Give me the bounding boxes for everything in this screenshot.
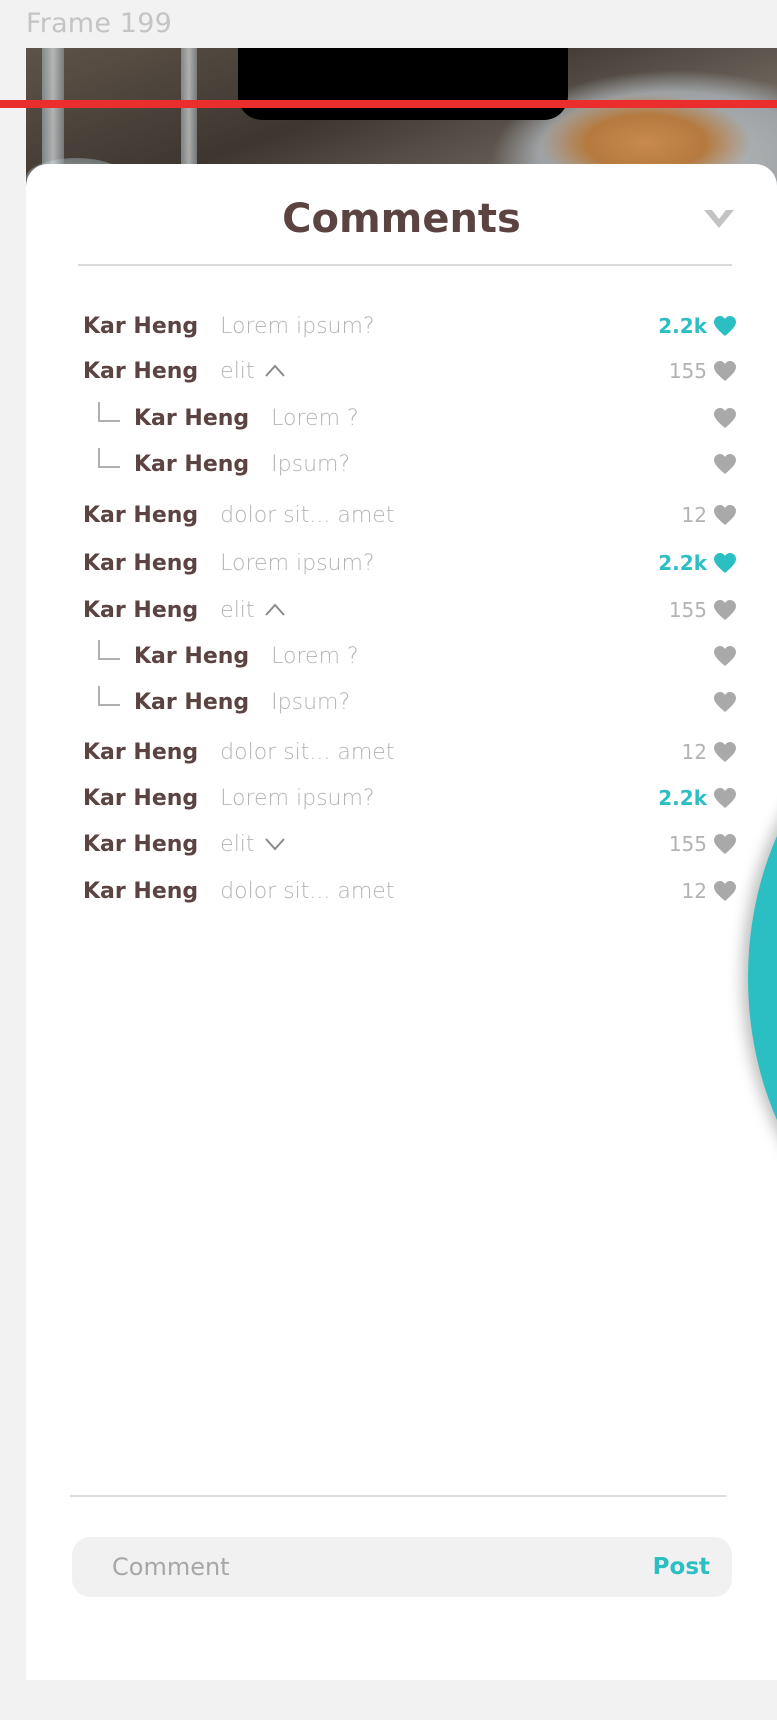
heart-icon[interactable] (713, 880, 737, 902)
like-control[interactable] (707, 682, 737, 722)
chevron-up-icon (264, 603, 285, 616)
comment-text: elit (220, 597, 255, 623)
like-count: 12 (681, 879, 707, 903)
comment-text: dolor sit... amet (220, 878, 395, 904)
collapse-replies-button[interactable] (263, 362, 287, 380)
chevron-down-icon (704, 210, 734, 228)
like-control[interactable]: 155 (669, 824, 737, 864)
like-count: 2.2k (658, 786, 707, 810)
comment-row: Kar Heng dolor sit... amet 12 (26, 732, 777, 772)
heart-icon[interactable] (713, 407, 737, 429)
heart-icon[interactable] (713, 833, 737, 855)
comment-author[interactable]: Kar Heng (134, 690, 249, 715)
comment-text: Ipsum? (271, 451, 351, 477)
reply-branch-icon (98, 686, 120, 706)
comment-row: Kar Heng Lorem ipsum? 2.2k (26, 778, 777, 818)
comment-text: Ipsum? (271, 689, 351, 715)
comment-row: Kar Heng elit 155 (26, 824, 777, 864)
heart-icon[interactable] (713, 360, 737, 382)
comment-row: Kar Heng Lorem ipsum? 2.2k (26, 543, 777, 583)
heart-icon[interactable] (713, 504, 737, 526)
heart-icon[interactable] (713, 691, 737, 713)
like-control[interactable] (707, 636, 737, 676)
comment-row: Kar Heng elit 155 (26, 590, 777, 630)
comment-text: Lorem ipsum? (220, 550, 375, 576)
comment-author[interactable]: Kar Heng (134, 452, 249, 477)
comment-author[interactable]: Kar Heng (134, 644, 249, 669)
chevron-up-icon (264, 364, 285, 377)
phone-notch (238, 48, 568, 120)
comment-author[interactable]: Kar Heng (83, 503, 198, 528)
heart-icon[interactable] (713, 315, 737, 337)
like-control[interactable]: 2.2k (658, 306, 737, 346)
comment-author[interactable]: Kar Heng (83, 314, 198, 339)
comment-row: Kar Heng elit 155 (26, 351, 777, 391)
like-count: 155 (668, 598, 707, 622)
like-control[interactable]: 12 (682, 871, 737, 911)
comment-text: dolor sit... amet (220, 502, 395, 528)
reply-branch-icon (98, 640, 120, 660)
reply-branch-icon (98, 448, 120, 468)
comment-author[interactable]: Kar Heng (83, 598, 198, 623)
frame-label: Frame 199 (26, 8, 173, 39)
comment-text: Lorem ? (271, 643, 359, 669)
comment-row: Kar Heng dolor sit... amet 12 (26, 871, 777, 911)
heart-icon[interactable] (713, 741, 737, 763)
reply-row: Kar Heng Lorem ? (26, 398, 777, 438)
comment-text: elit (220, 358, 255, 384)
reply-row: Kar Heng Ipsum? (26, 444, 777, 484)
like-control[interactable]: 155 (669, 590, 737, 630)
reply-row: Kar Heng Lorem ? (26, 636, 777, 676)
divider (78, 264, 732, 266)
chevron-down-icon (264, 838, 285, 851)
like-control[interactable]: 12 (682, 732, 737, 772)
heart-icon[interactable] (713, 787, 737, 809)
reply-branch-icon (98, 402, 120, 422)
comment-text: Lorem ? (271, 405, 359, 431)
sheet-title: Comments (282, 196, 521, 242)
like-count: 155 (668, 832, 707, 856)
like-control[interactable]: 12 (682, 495, 737, 535)
like-control[interactable]: 155 (669, 351, 737, 391)
phone-screen: Comments Kar Heng Lorem ipsum? 2.2k Kar Hen… (26, 48, 777, 1680)
comment-text: Lorem ipsum? (220, 313, 375, 339)
expand-replies-button[interactable] (263, 835, 287, 853)
reply-row: Kar Heng Ipsum? (26, 682, 777, 722)
comment-text: elit (220, 831, 255, 857)
comment-author[interactable]: Kar Heng (83, 879, 198, 904)
comment-author[interactable]: Kar Heng (83, 551, 198, 576)
divider (70, 1495, 726, 1497)
comment-composer: Post (72, 1537, 732, 1597)
comment-author[interactable]: Kar Heng (134, 406, 249, 431)
comment-author[interactable]: Kar Heng (83, 832, 198, 857)
like-control[interactable] (707, 398, 737, 438)
like-control[interactable]: 2.2k (658, 778, 737, 818)
like-control[interactable] (707, 444, 737, 484)
collapse-replies-button[interactable] (263, 601, 287, 619)
post-button[interactable]: Post (653, 1554, 710, 1580)
comment-author[interactable]: Kar Heng (83, 359, 198, 384)
heart-icon[interactable] (713, 599, 737, 621)
comments-sheet (26, 164, 777, 1680)
heart-icon[interactable] (713, 453, 737, 475)
like-count: 155 (668, 359, 707, 383)
like-count: 12 (681, 503, 707, 527)
like-count: 12 (681, 740, 707, 764)
comment-row: Kar Heng Lorem ipsum? 2.2k (26, 306, 777, 346)
comment-author[interactable]: Kar Heng (83, 740, 198, 765)
heart-icon[interactable] (713, 552, 737, 574)
like-count: 2.2k (658, 314, 707, 338)
like-count: 2.2k (658, 551, 707, 575)
comment-text: dolor sit... amet (220, 739, 395, 765)
like-control[interactable]: 2.2k (658, 543, 737, 583)
collapse-button[interactable] (699, 200, 739, 240)
comment-text: Lorem ipsum? (220, 785, 375, 811)
comment-row: Kar Heng dolor sit... amet 12 (26, 495, 777, 535)
comment-author[interactable]: Kar Heng (83, 786, 198, 811)
comment-input[interactable] (110, 1552, 653, 1582)
guide-line (0, 100, 777, 108)
heart-icon[interactable] (713, 645, 737, 667)
